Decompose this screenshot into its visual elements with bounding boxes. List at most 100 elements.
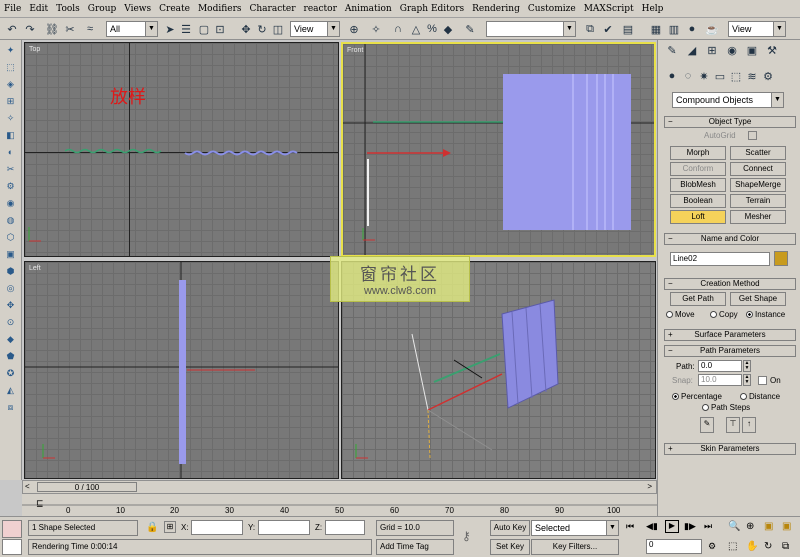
time-slider-prev-icon[interactable]: < xyxy=(25,482,30,491)
menu-rendering[interactable]: Rendering xyxy=(472,4,520,14)
select-manipulate-icon[interactable]: ✧ xyxy=(368,21,384,37)
create-tab-icon[interactable]: ✎ xyxy=(664,42,680,58)
distance-radio[interactable]: Distance xyxy=(740,392,780,401)
get-path-button[interactable]: Get Path xyxy=(670,292,726,306)
next-frame-icon[interactable]: ▮▶ xyxy=(684,521,696,532)
skin-parameters-rollout[interactable]: + Skin Parameters xyxy=(664,443,796,455)
select-object-icon[interactable]: ➤ xyxy=(162,21,178,37)
get-shape-button[interactable]: Get Shape xyxy=(730,292,786,306)
viewport-left[interactable]: Left xyxy=(24,261,339,479)
tool-icon[interactable]: ▣ xyxy=(4,249,18,261)
play-icon[interactable]: ▶ xyxy=(665,520,679,533)
previous-frame-icon[interactable]: ◀▮ xyxy=(646,521,658,532)
tool-icon[interactable]: ⬚ xyxy=(4,62,18,74)
space-warps-icon[interactable]: ≋ xyxy=(744,68,760,84)
snap-on-checkbox[interactable] xyxy=(758,376,767,385)
snap-value-field[interactable]: 10.0 xyxy=(698,374,742,386)
systems-icon[interactable]: ⚙ xyxy=(760,68,776,84)
mesher-button[interactable]: Mesher xyxy=(730,210,786,224)
menu-group[interactable]: Group xyxy=(88,4,116,14)
blobmesh-button[interactable]: BlobMesh xyxy=(670,178,726,192)
scatter-button[interactable]: Scatter xyxy=(730,146,786,160)
creation-method-rollout[interactable]: − Creation Method xyxy=(664,278,796,290)
terrain-button[interactable]: Terrain xyxy=(730,194,786,208)
angle-snap-icon[interactable]: △ xyxy=(408,21,424,37)
tool-icon[interactable]: ◍ xyxy=(4,215,18,227)
snap-3d-icon[interactable]: ∩ xyxy=(390,21,406,37)
maxscript-mini-listener[interactable] xyxy=(2,539,22,555)
rotate-icon[interactable]: ↻ xyxy=(254,21,270,37)
key-mode-icon[interactable]: ⚷ xyxy=(462,529,471,543)
snap-spinner-icon[interactable]: ▲ ▼ xyxy=(743,374,751,386)
tool-icon[interactable]: ◭ xyxy=(4,385,18,397)
y-coordinate-field[interactable] xyxy=(258,520,310,535)
arc-rotate-icon[interactable]: ↻ xyxy=(764,541,772,552)
bind-space-warp-icon[interactable]: ≈ xyxy=(82,21,98,37)
tool-icon[interactable]: ◐ xyxy=(4,147,18,159)
menu-modifiers[interactable]: Modifiers xyxy=(198,4,242,14)
region-zoom-icon[interactable]: ⬚ xyxy=(728,541,737,552)
lights-icon[interactable]: ✷ xyxy=(696,68,712,84)
track-bar[interactable]: 0 10 20 30 40 50 60 70 80 90 100 xyxy=(22,494,657,516)
category-dropdown[interactable]: Compound Objects ▼ xyxy=(672,92,784,108)
x-coordinate-field[interactable] xyxy=(191,520,243,535)
cameras-icon[interactable]: ▭ xyxy=(712,68,728,84)
next-shape-icon[interactable]: ↑ xyxy=(742,417,756,433)
path-parameters-rollout[interactable]: − Path Parameters xyxy=(664,345,796,357)
zoom-icon[interactable]: 🔍 xyxy=(728,521,740,532)
tool-icon[interactable]: ◧ xyxy=(4,130,18,142)
geometry-icon[interactable]: ● xyxy=(664,68,680,84)
tool-icon[interactable]: ◎ xyxy=(4,283,18,295)
percentage-radio[interactable]: Percentage xyxy=(672,392,722,401)
percent-snap-icon[interactable]: % xyxy=(424,21,440,37)
path-value-field[interactable]: 0.0 xyxy=(698,360,742,372)
link-icon[interactable]: ⛓ xyxy=(44,21,60,37)
helpers-icon[interactable]: ⬚ xyxy=(728,68,744,84)
object-color-swatch[interactable] xyxy=(774,251,788,266)
object-name-field[interactable]: Line02 xyxy=(670,252,770,266)
spinner-snap-icon[interactable]: ◆ xyxy=(440,21,456,37)
menu-create[interactable]: Create xyxy=(159,4,190,14)
menu-file[interactable]: File xyxy=(4,4,21,14)
surface-parameters-rollout[interactable]: + Surface Parameters xyxy=(664,329,796,341)
time-config-icon[interactable]: ⚙ xyxy=(708,541,716,552)
menu-maxscript[interactable]: MAXScript xyxy=(584,4,634,14)
connect-button[interactable]: Connect xyxy=(730,162,786,176)
set-key-button[interactable]: Set Key xyxy=(490,539,530,555)
lock-icon[interactable]: 🔒 xyxy=(146,522,158,533)
menu-customize[interactable]: Customize xyxy=(528,4,576,14)
display-tab-icon[interactable]: ▣ xyxy=(744,42,760,58)
z-coordinate-field[interactable] xyxy=(325,520,365,535)
key-filter-icon[interactable]: ⊑ xyxy=(36,498,48,510)
menu-edit[interactable]: Edit xyxy=(29,4,48,14)
tool-icon[interactable]: ⚙ xyxy=(4,181,18,193)
time-slider-next-icon[interactable]: > xyxy=(647,482,652,491)
path-spinner-icon[interactable]: ▲ ▼ xyxy=(743,360,751,372)
tool-icon[interactable]: ✦ xyxy=(4,45,18,57)
go-to-start-icon[interactable]: ⏮ xyxy=(626,521,634,532)
loft-button[interactable]: Loft xyxy=(670,210,726,224)
viewport-top[interactable]: Top 放样 xyxy=(24,42,339,257)
zoom-all-icon[interactable]: ⊕ xyxy=(746,521,754,532)
time-slider[interactable]: < 0 / 100 > xyxy=(22,480,657,494)
undo-icon[interactable]: ↶ xyxy=(4,21,20,37)
viewport-front[interactable]: Front xyxy=(341,42,656,257)
object-type-rollout[interactable]: − Object Type xyxy=(664,116,796,128)
reference-coord-dropdown[interactable]: View ▼ xyxy=(290,21,340,37)
name-color-rollout[interactable]: − Name and Color xyxy=(664,233,796,245)
instance-radio[interactable]: Instance xyxy=(746,310,785,319)
modify-tab-icon[interactable]: ◢ xyxy=(684,42,700,58)
current-frame-field[interactable]: 0 xyxy=(646,539,702,554)
maxscript-listener-icon[interactable] xyxy=(2,520,22,538)
tool-icon[interactable]: ⊞ xyxy=(4,96,18,108)
render-view-dropdown[interactable]: View ▼ xyxy=(728,21,786,37)
time-slider-thumb[interactable]: 0 / 100 xyxy=(37,482,137,492)
pivot-center-icon[interactable]: ⊕ xyxy=(346,21,362,37)
curve-editor-icon[interactable]: ▦ xyxy=(648,21,664,37)
rect-selection-icon[interactable]: ▢ xyxy=(196,21,212,37)
conform-button[interactable]: Conform xyxy=(670,162,726,176)
tool-icon[interactable]: ✂ xyxy=(4,164,18,176)
menu-graph-editors[interactable]: Graph Editors xyxy=(400,4,464,14)
menu-tools[interactable]: Tools xyxy=(56,4,80,14)
tool-icon[interactable]: ✪ xyxy=(4,368,18,380)
